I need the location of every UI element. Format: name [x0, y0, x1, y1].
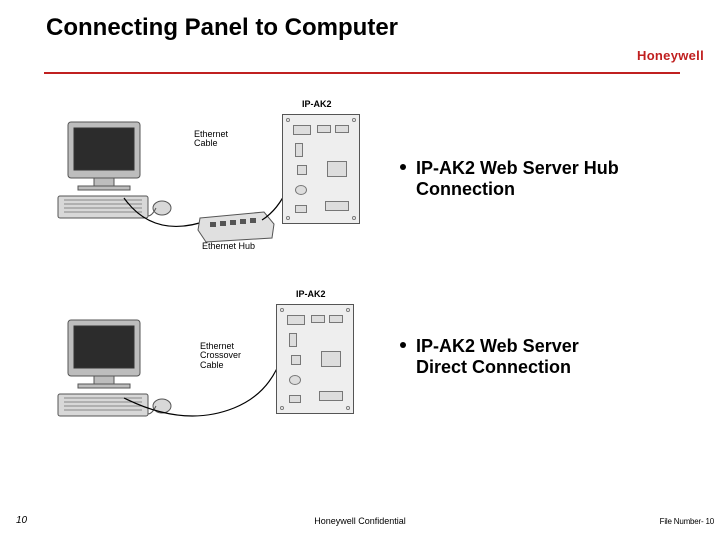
brand-logo: Honeywell: [637, 48, 704, 63]
cable-label-line2: Cable: [194, 138, 218, 148]
bullet-dot-icon: [400, 164, 406, 170]
diagram-direct-connection: Ethernet Crossover Cable IP-AK2: [54, 298, 374, 458]
bullet-direct-connection: IP-AK2 Web Server Direct Connection: [400, 336, 700, 377]
panel-label: IP-AK2: [302, 100, 332, 109]
bullet-text-line2: Connection: [400, 179, 700, 200]
title-rule: [44, 72, 680, 74]
file-number-prefix: File Number-: [660, 517, 706, 526]
panel-device-icon: [282, 114, 360, 224]
panel-device-icon: [276, 304, 354, 414]
bullet-text-line1: IP-AK2 Web Server Hub: [416, 158, 619, 178]
file-number-value: 10: [706, 517, 715, 526]
panel-label: IP-AK2: [296, 290, 326, 299]
bullet-text-line2: Direct Connection: [400, 357, 700, 378]
hub-label: Ethernet Hub: [202, 242, 255, 251]
bullet-dot-icon: [400, 342, 406, 348]
confidential-label: Honeywell Confidential: [0, 516, 720, 526]
page-title: Connecting Panel to Computer: [46, 14, 398, 42]
slide: Connecting Panel to Computer Honeywell E…: [0, 0, 720, 540]
bullet-hub-connection: IP-AK2 Web Server Hub Connection: [400, 158, 700, 199]
bullet-text-line1: IP-AK2 Web Server: [416, 336, 579, 356]
cable-label: Ethernet Cable: [194, 130, 228, 149]
diagram-hub-connection: Ethernet Cable Ethernet Hub IP-AK2: [54, 100, 374, 260]
file-number: File Number- 10: [660, 517, 714, 526]
